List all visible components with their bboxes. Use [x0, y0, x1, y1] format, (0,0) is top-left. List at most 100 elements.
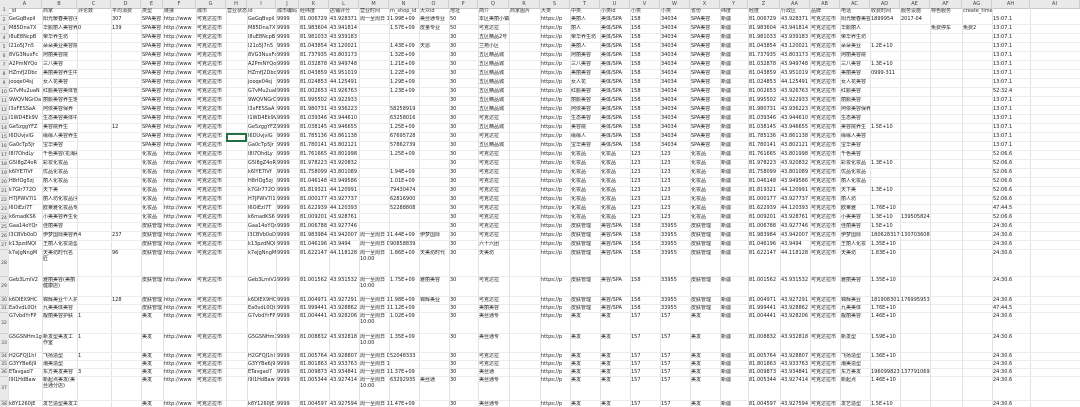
- table-cell[interactable]: 新疆: [720, 214, 748, 223]
- table-cell[interactable]: 30: [449, 223, 478, 232]
- table-cell[interactable]: SPA美容: [141, 43, 163, 52]
- table-cell[interactable]: https://p: [540, 79, 570, 88]
- table-cell[interactable]: l9l1HdBaw: [247, 377, 276, 401]
- table-cell[interactable]: 81.024853: [748, 79, 780, 88]
- table-cell[interactable]: [111, 133, 141, 142]
- header-cell[interactable]: 服务设施: [900, 8, 930, 16]
- table-cell[interactable]: 雅丽美容: [419, 277, 449, 297]
- header-cell[interactable]: 品牌: [810, 8, 840, 16]
- table-cell[interactable]: 81.785136: [299, 133, 329, 142]
- table-cell[interactable]: 123: [630, 151, 660, 160]
- table-cell[interactable]: 24:30.6: [992, 223, 1030, 232]
- table-cell[interactable]: [389, 160, 419, 169]
- table-cell[interactable]: 34034: [660, 16, 690, 25]
- table-cell[interactable]: 可克达拉市: [196, 313, 226, 334]
- table-cell[interactable]: 美丝通: [419, 377, 449, 401]
- table-cell[interactable]: H7JPWV7l1: [247, 196, 276, 205]
- table-cell[interactable]: 81.622147: [299, 250, 329, 277]
- table-cell[interactable]: 新疆: [720, 151, 748, 160]
- table-cell[interactable]: 34034: [660, 115, 690, 124]
- table-cell[interactable]: [77, 43, 111, 52]
- table-cell[interactable]: 新疆: [720, 97, 748, 106]
- table-cell[interactable]: 可克达拉市: [196, 160, 226, 169]
- table-cell[interactable]: 44.120393: [780, 205, 810, 214]
- table-cell[interactable]: 63258016: [389, 115, 419, 124]
- row-header[interactable]: 16: [0, 142, 8, 151]
- table-cell[interactable]: 美发: [141, 334, 163, 353]
- table-cell[interactable]: 千色美容: [840, 151, 870, 160]
- table-cell[interactable]: jooqe04sj: [8, 79, 42, 88]
- table-cell[interactable]: 81.043859: [748, 70, 780, 79]
- table-cell[interactable]: 43.946655: [780, 124, 810, 133]
- table-cell[interactable]: 周一至周日 10:00: [359, 313, 389, 334]
- table-cell[interactable]: 可克达拉市: [810, 369, 840, 377]
- table-cell[interactable]: 皮肤管理: [141, 250, 163, 277]
- table-cell[interactable]: [389, 361, 419, 369]
- table-cell[interactable]: G7vMu2uaN: [247, 88, 276, 97]
- table-cell[interactable]: 81.999441: [748, 305, 780, 313]
- table-cell[interactable]: 可克达拉市: [810, 401, 840, 407]
- table-cell[interactable]: https://p: [540, 334, 570, 353]
- table-cell[interactable]: [930, 232, 962, 241]
- table-cell[interactable]: 90858839: [389, 241, 419, 250]
- table-cell[interactable]: 可克达拉市: [810, 61, 840, 70]
- table-cell[interactable]: 美容/SPA: [600, 223, 630, 232]
- table-cell[interactable]: 62816900: [389, 196, 419, 205]
- table-cell[interactable]: [226, 305, 247, 313]
- table-cell[interactable]: 皮肤管理: [690, 241, 720, 250]
- table-cell[interactable]: 美体/SPA: [600, 142, 630, 151]
- table-cell[interactable]: 可克达拉: [478, 297, 509, 305]
- table-cell[interactable]: 43.931532: [329, 277, 359, 297]
- table-cell[interactable]: [509, 70, 540, 79]
- table-cell[interactable]: [226, 361, 247, 369]
- table-cell[interactable]: http://www: [163, 377, 196, 401]
- table-cell[interactable]: 9999: [276, 142, 299, 151]
- table-cell[interactable]: l3CBVb0oD: [8, 232, 42, 241]
- table-cell[interactable]: [962, 223, 992, 232]
- table-cell[interactable]: 女人花美容: [42, 79, 77, 88]
- table-cell[interactable]: 可克达拉市: [810, 16, 840, 25]
- table-cell[interactable]: 朵朵美业: [840, 43, 870, 52]
- table-cell[interactable]: ETavgad7: [247, 369, 276, 377]
- table-cell[interactable]: 可克达拉市: [196, 353, 226, 361]
- table-cell[interactable]: [509, 205, 540, 214]
- table-cell[interactable]: 24:30.6: [992, 297, 1030, 305]
- table-cell[interactable]: 33955: [660, 223, 690, 232]
- table-cell[interactable]: A2PmNYQo: [247, 61, 276, 70]
- table-cell[interactable]: 43.949748: [329, 61, 359, 70]
- table-cell[interactable]: l6DUvjvlG: [8, 133, 42, 142]
- table-cell[interactable]: 可克达拉市: [196, 124, 226, 133]
- table-cell[interactable]: [77, 97, 111, 106]
- table-cell[interactable]: 34034: [660, 79, 690, 88]
- table-cell[interactable]: l1WD4Ek9V: [247, 115, 276, 124]
- table-cell[interactable]: https://p: [540, 205, 570, 214]
- table-cell[interactable]: [962, 115, 992, 124]
- table-cell[interactable]: 1.47E+09: [389, 401, 419, 407]
- table-cell[interactable]: 30: [449, 160, 478, 169]
- table-cell[interactable]: GeGqBvpiI: [8, 16, 42, 25]
- table-cell[interactable]: 美容/SPA: [600, 277, 630, 297]
- table-cell[interactable]: [226, 178, 247, 187]
- table-cell[interactable]: 158: [630, 297, 660, 305]
- table-cell[interactable]: 锦辉美业: [419, 297, 449, 305]
- table-cell[interactable]: [962, 277, 992, 297]
- table-cell[interactable]: 化妆品: [600, 178, 630, 187]
- row-header[interactable]: 38: [0, 401, 8, 407]
- table-cell[interactable]: 美体/SPA: [600, 115, 630, 124]
- table-cell[interactable]: 157: [630, 369, 660, 377]
- table-cell[interactable]: 潮美造型: [840, 361, 870, 369]
- table-cell[interactable]: 化妆品: [141, 178, 163, 187]
- table-cell[interactable]: 81.032878: [299, 61, 329, 70]
- table-cell[interactable]: 81.801863: [748, 361, 780, 369]
- table-cell[interactable]: 43.927291: [780, 297, 810, 305]
- table-cell[interactable]: 30: [449, 124, 478, 133]
- table-cell[interactable]: 新疆: [720, 250, 748, 277]
- table-cell[interactable]: 化妆品: [570, 196, 600, 205]
- header-cell[interactable]: 链接: [163, 8, 196, 16]
- table-cell[interactable]: 1.76E+10: [870, 205, 900, 214]
- table-cell[interactable]: Geb3LmiV2: [247, 277, 276, 297]
- column-header[interactable]: P: [449, 0, 478, 8]
- column-header[interactable]: AB: [810, 0, 840, 8]
- table-cell[interactable]: 可克达拉市: [196, 142, 226, 151]
- table-cell[interactable]: 123: [660, 169, 690, 178]
